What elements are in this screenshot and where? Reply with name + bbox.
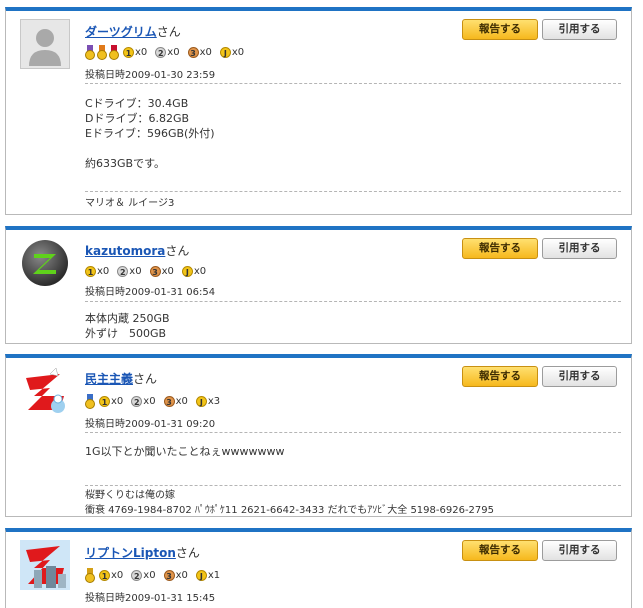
- divider: [85, 301, 621, 302]
- post-signature: マリオ＆ ルイージ3: [85, 198, 175, 209]
- bronze-medal-icon: 3: [187, 46, 199, 58]
- medal-badge-icon: [85, 393, 95, 409]
- special-medal-icon: J: [219, 46, 231, 58]
- post-author: kazutomoraさん: [85, 244, 190, 258]
- medal-badge-icon: [85, 44, 95, 60]
- silver-medal-icon: 2: [155, 46, 167, 58]
- user-avatar[interactable]: [20, 366, 70, 416]
- divider: [85, 83, 621, 84]
- silver-medal-icon: 2: [131, 395, 143, 407]
- medal-badge-icon: [109, 44, 119, 60]
- post-author: リプトンLiptonさん: [85, 546, 200, 560]
- post-author: ダーツグリムさん: [85, 25, 181, 39]
- gold-medal-icon: 1: [99, 569, 110, 581]
- report-button[interactable]: 報告する: [462, 366, 538, 387]
- report-button[interactable]: 報告する: [462, 238, 538, 259]
- medal-row: 1 x0 2 x0 3 x0 Jx1: [85, 567, 228, 583]
- post-body: 1G以下とか聞いたことねぇwwwwwww: [85, 445, 285, 458]
- username-link[interactable]: kazutomora: [85, 244, 165, 258]
- quote-button[interactable]: 引用する: [542, 540, 617, 561]
- medal-badge-icon: [97, 44, 107, 60]
- post-date: 投稿日時2009-01-30 23:59: [85, 70, 216, 81]
- username-link[interactable]: リプトンLipton: [85, 546, 176, 560]
- post-date: 投稿日時2009-01-31 15:45: [85, 593, 216, 604]
- quote-button[interactable]: 引用する: [542, 19, 617, 40]
- post-body: 本体内蔵 250GB 外ずけ 500GB: [85, 312, 170, 340]
- post-date: 投稿日時2009-01-31 09:20: [85, 419, 216, 430]
- bronze-medal-icon: 3: [163, 395, 175, 407]
- post-body: Cドライブ：30.4GB Dドライブ：6.82GB Eドライブ：596GB(外付…: [85, 97, 215, 170]
- divider: [85, 485, 621, 486]
- post-date: 投稿日時2009-01-31 06:54: [85, 287, 216, 298]
- special-medal-icon: J: [181, 265, 193, 277]
- divider: [85, 191, 621, 192]
- quote-button[interactable]: 引用する: [542, 366, 617, 387]
- post-card: kazutomoraさん 1 x0 2 x0 3 x0 Jx0 投稿日時2009-01…: [5, 226, 632, 344]
- post-card: 民主主義さん 1 x0 2 x0 3 x0 Jx3 投稿日時2009-01-31 09…: [5, 354, 632, 517]
- gold-medal-icon: 1: [123, 46, 134, 58]
- user-avatar[interactable]: [20, 540, 70, 590]
- silver-medal-icon: 2: [117, 265, 129, 277]
- report-button[interactable]: 報告する: [462, 540, 538, 561]
- special-medal-icon: J: [195, 395, 207, 407]
- medal-badge-icon: [85, 567, 95, 583]
- default-avatar[interactable]: [20, 19, 70, 69]
- report-button[interactable]: 報告する: [462, 19, 538, 40]
- username-link[interactable]: 民主主義: [85, 372, 133, 386]
- silver-medal-icon: 2: [131, 569, 143, 581]
- divider: [85, 432, 621, 433]
- special-medal-icon: J: [195, 569, 207, 581]
- post-card: ダーツグリムさん 1 x0 2 x0 3 x0 Jx0 投稿日時2009-01-30 …: [5, 7, 632, 215]
- gold-medal-icon: 1: [99, 395, 110, 407]
- medal-row: 1 x0 2 x0 3 x0 Jx0: [85, 263, 214, 279]
- medal-row: 1 x0 2 x0 3 x0 Jx3: [85, 393, 228, 409]
- bronze-medal-icon: 3: [149, 265, 161, 277]
- username-link[interactable]: ダーツグリム: [85, 25, 157, 39]
- gold-medal-icon: 1: [85, 265, 96, 277]
- bronze-medal-icon: 3: [163, 569, 175, 581]
- post-signature: 桜野くりむは俺の嫁 衝衰 4769-1984-8702 ﾊﾟｳﾎﾟｹ11 262…: [85, 490, 495, 516]
- user-avatar[interactable]: [20, 238, 70, 288]
- post-author: 民主主義さん: [85, 372, 158, 386]
- medal-row: 1 x0 2 x0 3 x0 Jx0: [85, 44, 252, 60]
- quote-button[interactable]: 引用する: [542, 238, 617, 259]
- post-card: リプトンLiptonさん 1 x0 2 x0 3 x0 Jx1 投稿日時2009-01…: [5, 528, 632, 608]
